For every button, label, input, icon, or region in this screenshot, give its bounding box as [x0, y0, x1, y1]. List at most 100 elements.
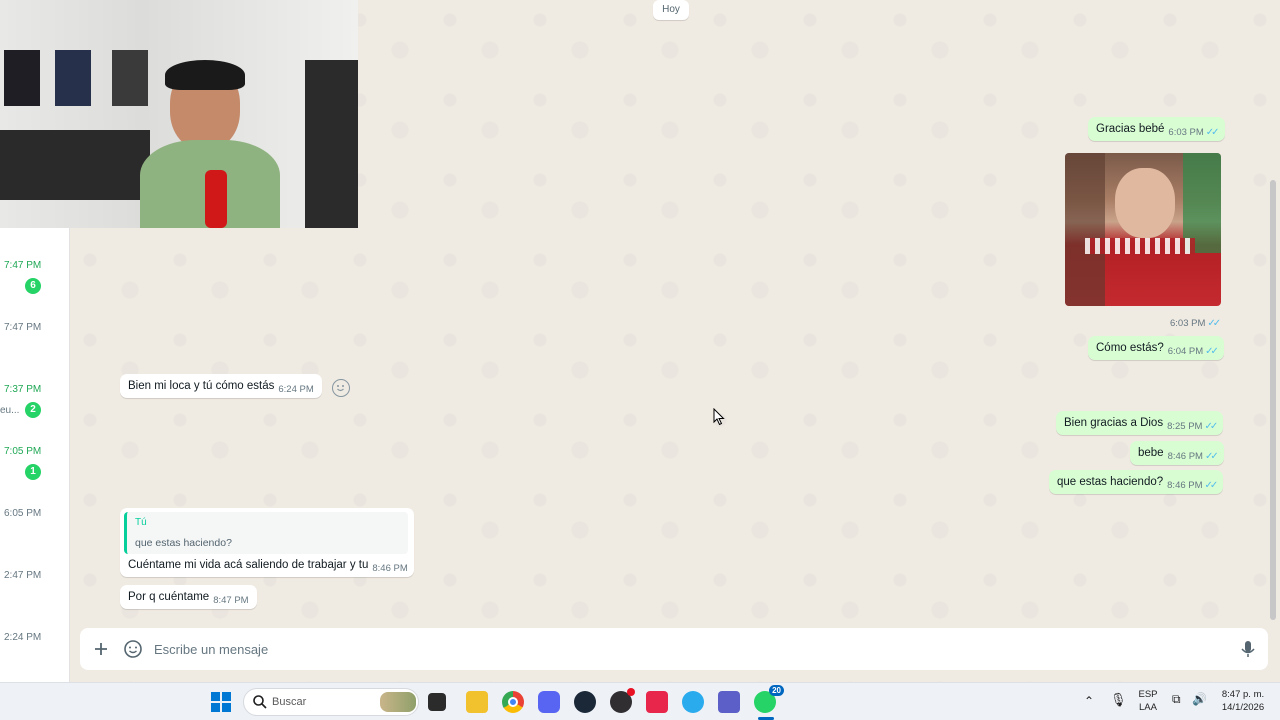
task-view-icon[interactable] [428, 693, 446, 711]
smiley-icon [337, 385, 344, 392]
message-time: 8:46 PM [372, 563, 408, 574]
message-text: Cuéntame mi vida acá saliendo de trabaja… [128, 559, 369, 571]
mic-tray-icon[interactable]: 🎙 [1110, 692, 1127, 708]
chevron-up-icon[interactable]: ⌃ [1084, 694, 1094, 708]
whatsapp-icon[interactable]: 20 [754, 685, 784, 713]
message-text: Por q cuéntame [128, 591, 210, 603]
telegram-icon[interactable] [682, 691, 704, 713]
image-meta: 6:03 PM ✓✓ [1158, 314, 1226, 332]
unread-badge: 6 [25, 278, 41, 294]
message-time: 8:46 PM [1167, 480, 1203, 491]
mouse-cursor-icon [713, 408, 725, 426]
outgoing-message[interactable]: Cómo estás? 6:04 PM ✓✓ [1088, 336, 1224, 360]
chat-time: 6:05 PM [4, 508, 42, 519]
message-composer [80, 628, 1268, 670]
outgoing-message[interactable]: bebe 8:46 PM ✓✓ [1130, 441, 1224, 465]
message-text: Cómo estás? [1096, 342, 1164, 354]
tiktok-icon[interactable] [646, 691, 668, 713]
discord-icon[interactable] [538, 691, 560, 713]
read-ticks-icon: ✓✓ [1204, 480, 1219, 491]
teams-icon[interactable] [718, 691, 740, 713]
mic-icon[interactable] [1238, 639, 1258, 659]
day-separator: Hoy [653, 0, 689, 20]
volume-icon[interactable]: 🔊 [1192, 692, 1207, 706]
wall-poster [55, 50, 91, 106]
hair [165, 60, 245, 90]
taskbar-search[interactable]: Buscar [243, 688, 419, 716]
chat-list-item[interactable]: 7:47 PM 6 [0, 260, 69, 310]
unread-badge: 1 [25, 464, 41, 480]
chat-snippet: eu... [0, 405, 20, 416]
quote-text: que estas haciendo? [135, 537, 232, 549]
read-ticks-icon: ✓✓ [1204, 421, 1218, 432]
unread-badge: 2 [25, 402, 41, 418]
photo-sweater-pattern [1085, 238, 1195, 254]
plus-icon[interactable] [91, 639, 111, 659]
message-text: Gracias bebé [1096, 123, 1165, 135]
incoming-message[interactable]: Bien mi loca y tú cómo estás 6:24 PM [120, 374, 322, 398]
chat-list-item[interactable]: 7:05 PM 1 [0, 446, 69, 496]
chat-time: 7:47 PM [4, 260, 42, 271]
read-ticks-icon: ✓✓ [1205, 346, 1219, 357]
message-input[interactable] [154, 637, 1214, 661]
outgoing-message[interactable]: Bien gracias a Dios 8:25 PM ✓✓ [1056, 411, 1224, 435]
read-ticks-icon: ✓✓ [1204, 451, 1219, 462]
couch [0, 130, 150, 200]
chat-time: 2:24 PM [4, 632, 42, 643]
quoted-message[interactable]: Tú que estas haciendo? [124, 512, 408, 554]
sticker-icon[interactable] [123, 639, 143, 659]
keyboard-layout: LAA [1139, 702, 1157, 713]
chat-list-item[interactable]: 2:24 PM [0, 632, 69, 682]
search-placeholder: Buscar [272, 696, 307, 708]
message-time: 6:24 PM [278, 384, 314, 395]
message-time: 6:03 PM [1170, 318, 1206, 329]
chat-list-item[interactable]: 2:47 PM [0, 570, 69, 620]
incoming-message[interactable]: Por q cuéntame 8:47 PM [120, 585, 257, 609]
search-icon [252, 694, 268, 715]
chat-list-item[interactable]: 7:47 PM [0, 322, 69, 372]
obs-icon[interactable] [610, 688, 635, 713]
message-time: 8:47 PM [213, 595, 249, 606]
file-explorer-icon[interactable] [466, 691, 488, 713]
chrome-icon[interactable] [502, 691, 524, 713]
recording-dot-icon [627, 688, 635, 696]
steam-icon[interactable] [574, 691, 596, 713]
chat-time: 7:37 PM [4, 384, 42, 395]
emoji-reaction-button[interactable] [332, 379, 350, 397]
wall-poster [4, 50, 40, 106]
chat-list-item[interactable]: 7:37 PM eu... 2 [0, 384, 69, 434]
incoming-reply-message[interactable]: Tú que estas haciendo? Cuéntame mi vida … [120, 508, 414, 577]
whatsapp-badge: 20 [769, 685, 784, 696]
doorway [305, 60, 358, 228]
language-indicator[interactable]: ESP LAA [1136, 688, 1160, 714]
webcam-overlay [0, 0, 358, 228]
language-code: ESP [1138, 689, 1158, 700]
windows-start-icon[interactable] [210, 691, 232, 713]
clock-date: 14/1/2026 [1221, 702, 1265, 713]
photo-face [1115, 168, 1175, 238]
chat-list-item[interactable]: 6:05 PM [0, 508, 69, 558]
message-time: 8:46 PM [1167, 451, 1203, 462]
clock[interactable]: 8:47 p. m. 14/1/2026 [1212, 688, 1274, 714]
windows-taskbar: Buscar 20 ⌃ 🎙 ESP LAA ⧉ 🔊 8:47 p. m. 14/… [0, 682, 1280, 720]
message-text: que estas haciendo? [1057, 476, 1164, 488]
read-ticks-icon: ✓✓ [1205, 127, 1220, 138]
message-text: Bien gracias a Dios [1064, 417, 1164, 429]
message-text: Bien mi loca y tú cómo estás [128, 380, 275, 392]
chat-scrollbar[interactable] [1270, 180, 1276, 620]
outgoing-message[interactable]: Gracias bebé 6:03 PM ✓✓ [1088, 117, 1225, 141]
chat-time: 7:47 PM [4, 322, 42, 333]
chat-time: 7:05 PM [4, 446, 42, 457]
read-ticks-icon: ✓✓ [1207, 318, 1221, 329]
microphone [205, 170, 227, 228]
search-highlight-image [380, 692, 416, 712]
network-icon[interactable]: ⧉ [1172, 692, 1181, 707]
clock-time: 8:47 p. m. [1221, 689, 1265, 700]
streamer [130, 60, 280, 228]
message-time: 8:25 PM [1167, 421, 1203, 432]
message-time: 6:03 PM [1168, 127, 1204, 138]
chat-time: 2:47 PM [4, 570, 42, 581]
outgoing-message[interactable]: que estas haciendo? 8:46 PM ✓✓ [1049, 470, 1224, 494]
image-message[interactable] [1065, 153, 1221, 306]
quote-author: Tú [135, 517, 147, 528]
